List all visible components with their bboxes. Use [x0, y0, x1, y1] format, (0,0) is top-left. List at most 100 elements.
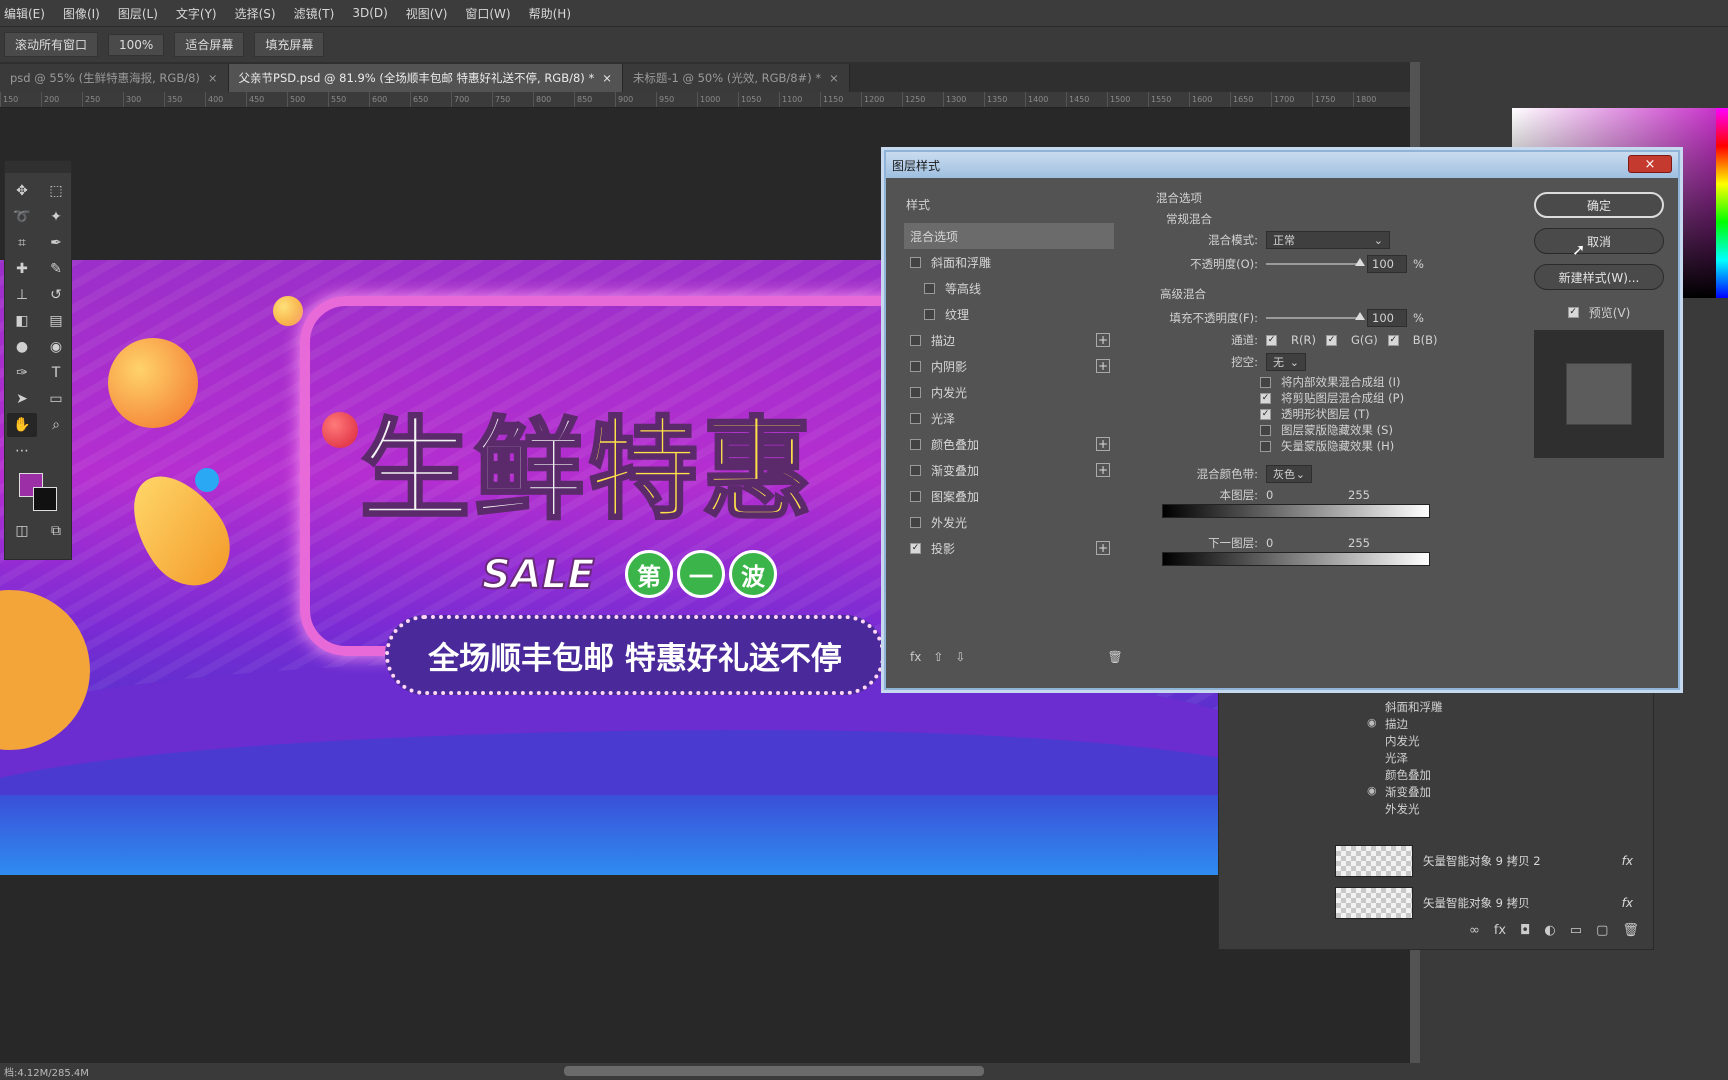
- marquee-tool-icon[interactable]: ⬚: [41, 179, 71, 203]
- dodge-tool-icon[interactable]: ◉: [41, 335, 71, 359]
- move-tool-icon[interactable]: ✥: [7, 179, 37, 203]
- trash-icon[interactable]: 🗑: [1622, 923, 1639, 938]
- fill-opacity-slider[interactable]: [1266, 312, 1365, 320]
- this-layer-gradient-slider[interactable]: [1162, 504, 1430, 518]
- advanced-option[interactable]: ✓ 透明形状图层 (T): [1260, 406, 1476, 422]
- menu-item[interactable]: 图层(L): [118, 5, 158, 22]
- advanced-option[interactable]: ✓ 将剪贴图层混合成组 (P): [1260, 390, 1476, 406]
- layer-effect-item[interactable]: 渐变叠加: [1385, 784, 1431, 800]
- style-item[interactable]: 描边 +: [904, 327, 1114, 353]
- layer-row[interactable]: 矢量智能对象 9 拷贝 2 fx: [1219, 841, 1655, 881]
- slider-knob[interactable]: [1355, 312, 1365, 320]
- background-color-swatch[interactable]: [33, 487, 57, 511]
- dialog-titlebar[interactable]: 图层样式 ×: [886, 152, 1678, 178]
- healing-brush-tool-icon[interactable]: ✚: [7, 257, 37, 281]
- menu-item[interactable]: 滤镜(T): [294, 5, 335, 22]
- quick-mask-icon[interactable]: ◫: [7, 519, 37, 543]
- fill-opacity-input[interactable]: 100: [1367, 309, 1407, 327]
- checkbox[interactable]: ✓: [1325, 334, 1337, 346]
- close-icon[interactable]: ×: [602, 71, 612, 85]
- checkbox[interactable]: [910, 412, 921, 424]
- style-item[interactable]: 外发光: [904, 509, 1114, 535]
- layer-effect-item[interactable]: 光泽: [1385, 750, 1408, 766]
- hue-slider[interactable]: [1716, 108, 1728, 298]
- style-item[interactable]: 渐变叠加 +: [904, 457, 1114, 483]
- close-icon[interactable]: ×: [829, 71, 839, 85]
- style-item[interactable]: 混合选项: [904, 223, 1114, 249]
- checkbox[interactable]: [910, 438, 921, 450]
- fit-screen-button[interactable]: 适合屏幕: [174, 32, 245, 57]
- add-icon[interactable]: +: [1096, 437, 1110, 451]
- checkbox[interactable]: [910, 386, 921, 398]
- zoom-tool-icon[interactable]: ⌕: [41, 413, 71, 437]
- slider-knob[interactable]: [1355, 258, 1365, 266]
- channel-b-checkbox[interactable]: ✓ B(B): [1387, 333, 1438, 347]
- clone-stamp-tool-icon[interactable]: ⊥: [7, 283, 37, 307]
- menu-item[interactable]: 3D(D): [352, 6, 387, 20]
- menu-item[interactable]: 编辑(E): [4, 5, 45, 22]
- menu-item[interactable]: 帮助(H): [529, 5, 571, 22]
- hand-tool-icon[interactable]: ✋: [7, 413, 37, 437]
- eye-icon[interactable]: ◉: [1367, 716, 1377, 729]
- checkbox[interactable]: [910, 334, 921, 346]
- cancel-button[interactable]: 取消: [1534, 228, 1664, 254]
- opacity-slider[interactable]: [1266, 258, 1365, 266]
- style-item[interactable]: 内发光: [904, 379, 1114, 405]
- checkbox[interactable]: [1260, 440, 1271, 452]
- eyedropper-tool-icon[interactable]: ✒: [41, 231, 71, 255]
- layer-effect-item[interactable]: 斜面和浮雕: [1385, 699, 1443, 715]
- layer-effect-item[interactable]: 内发光: [1385, 733, 1420, 749]
- channel-r-checkbox[interactable]: ✓ R(R): [1266, 333, 1316, 347]
- style-item[interactable]: 等高线: [904, 275, 1114, 301]
- advanced-option[interactable]: 图层蒙版隐藏效果 (S): [1260, 422, 1476, 438]
- layer-effect-item[interactable]: 外发光: [1385, 801, 1420, 817]
- checkbox[interactable]: ✓: [910, 542, 921, 554]
- layer-row[interactable]: 矢量智能对象 9 拷贝 fx: [1219, 883, 1655, 923]
- advanced-option[interactable]: 矢量蒙版隐藏效果 (H): [1260, 438, 1476, 454]
- add-icon[interactable]: +: [1096, 541, 1110, 555]
- style-item[interactable]: 纹理: [904, 301, 1114, 327]
- gradient-tool-icon[interactable]: ▤: [41, 309, 71, 333]
- layer-effect-item[interactable]: 描边: [1385, 716, 1408, 732]
- blur-tool-icon[interactable]: ●: [7, 335, 37, 359]
- close-icon[interactable]: ×: [208, 71, 218, 85]
- menu-item[interactable]: 文字(Y): [176, 5, 217, 22]
- checkbox[interactable]: ✓: [1387, 334, 1399, 346]
- group-icon[interactable]: ▭: [1570, 923, 1582, 938]
- adjustment-icon[interactable]: ◐: [1544, 923, 1555, 938]
- blend-mode-select[interactable]: 正常 ⌄: [1266, 231, 1390, 249]
- eye-icon[interactable]: ◉: [1367, 784, 1377, 797]
- fx-icon[interactable]: fx: [910, 650, 921, 664]
- add-icon[interactable]: +: [1096, 463, 1110, 477]
- blend-if-select[interactable]: 灰色 ⌄: [1266, 465, 1312, 483]
- horizontal-scrollbar[interactable]: [564, 1066, 984, 1076]
- path-selection-tool-icon[interactable]: ➤: [7, 387, 37, 411]
- channel-g-checkbox[interactable]: ✓ G(G): [1325, 333, 1378, 347]
- checkbox[interactable]: [910, 516, 921, 528]
- tools-panel-header[interactable]: [5, 161, 71, 173]
- history-brush-tool-icon[interactable]: ↺: [41, 283, 71, 307]
- magic-wand-tool-icon[interactable]: ✦: [41, 205, 71, 229]
- ok-button[interactable]: 确定: [1534, 192, 1664, 218]
- checkbox[interactable]: [910, 490, 921, 502]
- trash-icon[interactable]: 🗑: [1107, 650, 1122, 664]
- menu-item[interactable]: 选择(S): [235, 5, 276, 22]
- preview-checkbox[interactable]: ✓ 预览(V): [1534, 300, 1664, 324]
- eraser-tool-icon[interactable]: ◧: [7, 309, 37, 333]
- checkbox[interactable]: ✓: [1567, 306, 1579, 318]
- layer-effect-item[interactable]: 颜色叠加: [1385, 767, 1431, 783]
- fx-icon[interactable]: fx: [1622, 854, 1633, 868]
- checkbox[interactable]: ✓: [1260, 408, 1271, 420]
- checkbox[interactable]: ✓: [1266, 334, 1277, 346]
- add-icon[interactable]: +: [1096, 359, 1110, 373]
- opacity-input[interactable]: 100: [1367, 255, 1407, 273]
- move-down-icon[interactable]: ⇩: [955, 650, 965, 664]
- style-item[interactable]: 图案叠加: [904, 483, 1114, 509]
- scroll-all-windows-button[interactable]: 滚动所有窗口: [4, 32, 99, 57]
- checkbox[interactable]: [1260, 424, 1271, 436]
- pen-tool-icon[interactable]: ✑: [7, 361, 37, 385]
- lasso-tool-icon[interactable]: ➰: [7, 205, 37, 229]
- move-up-icon[interactable]: ⇧: [933, 650, 943, 664]
- screen-mode-icon[interactable]: ⧉: [41, 519, 71, 543]
- tab-document-2[interactable]: 父亲节PSD.psd @ 81.9% (全场顺丰包邮 特惠好礼送不停, RGB/…: [228, 64, 623, 92]
